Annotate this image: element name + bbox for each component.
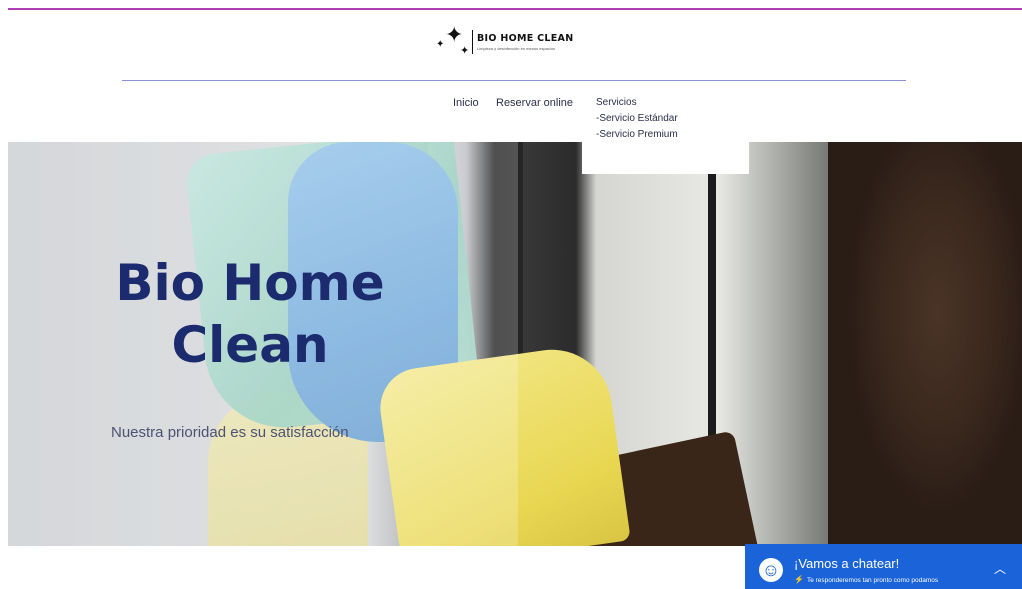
nav-reservar-online[interactable]: Reservar online <box>496 97 573 109</box>
submenu-servicio-premium[interactable]: -Servicio Premium <box>596 127 749 143</box>
submenu-servicio-estandar[interactable]: -Servicio Estándar <box>596 111 749 127</box>
hero-subtitle: Nuestra prioridad es su satisfacción <box>111 424 349 441</box>
chat-widget[interactable]: ☺ ¡Vamos a chatear! ⚡ Te responderemos ta… <box>745 544 1022 589</box>
servicios-dropdown: Servicios -Servicio Estándar -Servicio P… <box>582 92 749 174</box>
logo-tagline: Limpieza y desinfección en menos espacio… <box>477 46 556 51</box>
hero-person <box>828 142 1022 546</box>
chat-avatar: ☺ <box>759 558 783 582</box>
hero-title: Bio Home Clean <box>115 254 385 374</box>
top-border <box>8 8 1022 10</box>
nav-inicio[interactable]: Inicio <box>453 97 479 109</box>
nav-divider <box>122 80 906 81</box>
smiley-icon: ☺ <box>761 560 781 580</box>
sparkle-icon: ✦ ✦ ✦ <box>436 22 470 57</box>
site-logo[interactable]: ✦ ✦ ✦ BIO HOME CLEAN Limpieza y desinfecci… <box>436 24 573 60</box>
logo-title: BIO HOME CLEAN <box>477 33 574 44</box>
chevron-up-icon[interactable]: ︿ <box>994 560 1006 577</box>
chat-subtitle: Te responderemos tan pronto como podamos <box>806 577 939 584</box>
logo-divider <box>472 30 473 54</box>
chat-subtitle-row: ⚡ Te responderemos tan pronto como podamo… <box>794 575 938 584</box>
nav-servicios[interactable]: Servicios <box>596 95 749 111</box>
chat-title: ¡Vamos a chatear! <box>794 556 900 571</box>
bolt-icon: ⚡ <box>794 575 804 584</box>
main-nav: Inicio Reservar online <box>0 97 1022 113</box>
